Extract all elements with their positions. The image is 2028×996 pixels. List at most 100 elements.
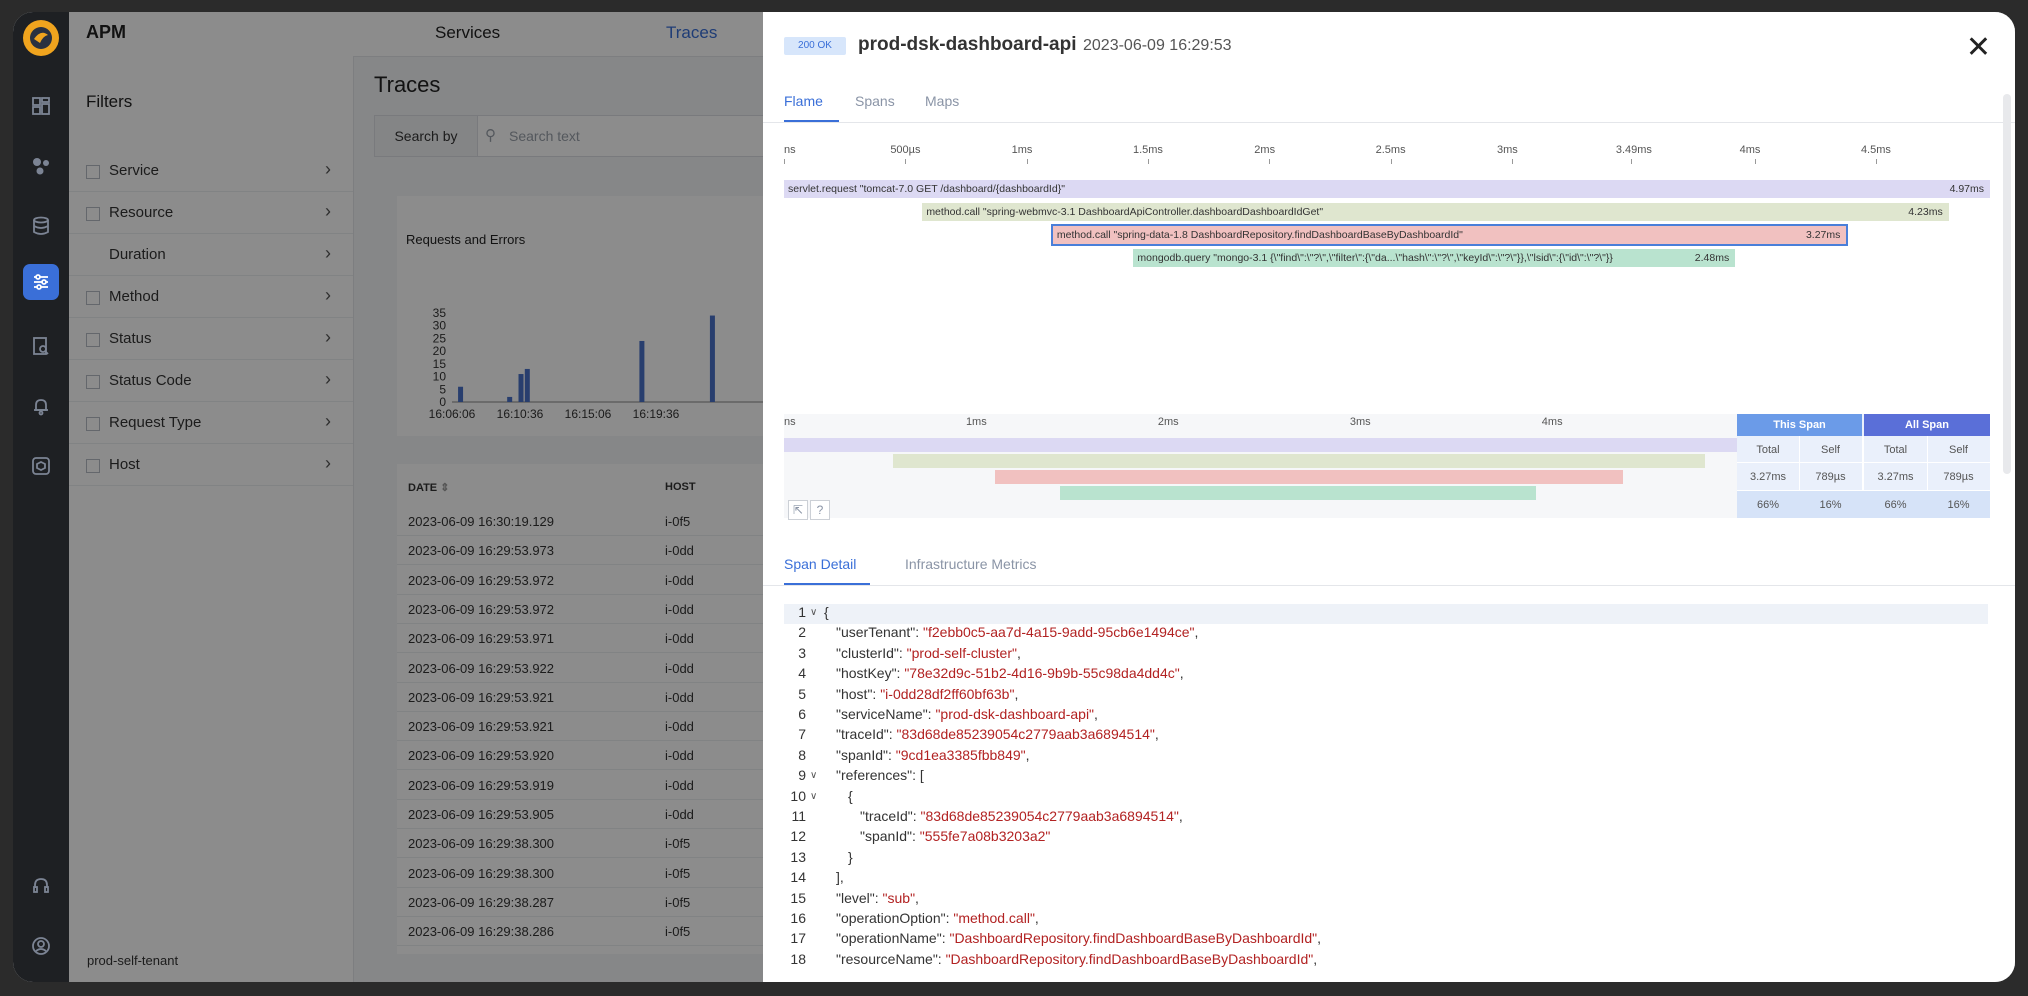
flame-span-bar[interactable]: method.call "spring-webmvc-3.1 Dashboard… bbox=[922, 203, 1949, 221]
line-number: 13 bbox=[790, 848, 806, 865]
json-value: "method.call" bbox=[953, 910, 1035, 926]
all-span-self: 789µs bbox=[1943, 471, 1974, 483]
status-badge: 200 OK bbox=[784, 37, 846, 55]
code-line: 9 ∨ "references": [ bbox=[784, 767, 1988, 787]
timeline-tick: 3.49ms bbox=[1615, 144, 1652, 156]
all-span-total-label: Total bbox=[1883, 444, 1908, 456]
fold-toggle-icon[interactable]: ∨ bbox=[810, 770, 817, 781]
line-number: 14 bbox=[790, 869, 806, 886]
tab-spans[interactable]: Spans bbox=[855, 93, 895, 109]
support-headset-icon[interactable] bbox=[23, 868, 59, 904]
drawer-scrollbar[interactable] bbox=[2003, 94, 2011, 474]
json-key: spanId bbox=[864, 828, 908, 845]
dashboard-grid-icon[interactable] bbox=[23, 88, 59, 124]
span-duration: 4.97ms bbox=[1949, 183, 1984, 195]
all-span-total: 3.27ms bbox=[1877, 471, 1914, 483]
code-entry: "spanId": "9cd1ea3385fbb849", bbox=[836, 746, 1030, 763]
timeline-tick: 3ms bbox=[1496, 144, 1518, 156]
line-number: 18 bbox=[790, 950, 806, 967]
code-line: 18 "resourceName": "DashboardRepository.f… bbox=[784, 951, 1988, 971]
code-bracket: ], bbox=[836, 869, 844, 886]
json-key: clusterId bbox=[840, 644, 894, 661]
tab-span-detail[interactable]: Span Detail bbox=[784, 556, 856, 572]
code-line: 8 "spanId": "9cd1ea3385fbb849", bbox=[784, 747, 1988, 767]
minimap-tick: 2ms bbox=[1157, 416, 1179, 428]
line-number: 5 bbox=[798, 685, 806, 702]
span-duration: 4.23ms bbox=[1908, 206, 1943, 218]
json-key: level bbox=[840, 889, 870, 906]
code-line: 10 ∨ { bbox=[784, 788, 1988, 808]
tab-maps[interactable]: Maps bbox=[925, 93, 959, 109]
all-span-self-label: Self bbox=[1949, 444, 1968, 456]
json-value: "prod-self-cluster" bbox=[906, 644, 1017, 661]
code-line: 2 "userTenant": "f2ebb0c5-aa7d-4a15-9add-… bbox=[784, 624, 1988, 644]
line-number: 12 bbox=[790, 828, 806, 845]
code-line: 11 "traceId": "83d68de85239054c2779aab3a6… bbox=[784, 808, 1988, 828]
flame-minimap[interactable]: ns 1ms 2ms 3ms 4ms bbox=[784, 414, 1738, 518]
json-punct: , bbox=[1313, 950, 1318, 967]
line-number: 11 bbox=[791, 808, 806, 824]
code-line: 6 "serviceName": "prod-dsk-dashboard-api"… bbox=[784, 706, 1988, 726]
minimap-tick: 3ms bbox=[1349, 416, 1371, 428]
json-value: "DashboardRepository.findDashboardBaseBy… bbox=[945, 950, 1314, 967]
this-span-self-label: Self bbox=[1821, 444, 1840, 456]
package-icon[interactable] bbox=[23, 448, 59, 484]
user-account-icon[interactable] bbox=[23, 928, 59, 964]
json-punct: [ bbox=[919, 767, 924, 784]
code-entry: "operationName": "DashboardRepository.fi… bbox=[836, 930, 1322, 947]
json-key: references bbox=[840, 767, 908, 784]
bell-icon[interactable] bbox=[23, 388, 59, 424]
json-value: "i-0dd28df2ff60bf63b" bbox=[880, 685, 1015, 702]
json-value: "555fe7a08b3203a2" bbox=[919, 828, 1051, 845]
tab-infrastructure-metrics[interactable]: Infrastructure Metrics bbox=[905, 556, 1036, 572]
code-entry: "userTenant": "f2ebb0c5-aa7d-4a15-9add-9… bbox=[836, 624, 1199, 641]
code-line: 5 "host": "i-0dd28df2ff60bf63b", bbox=[784, 686, 1988, 706]
code-entry: "hostKey": "78e32d9c-51b2-4d16-9b9b-55c9… bbox=[836, 665, 1184, 682]
close-icon[interactable]: ✕ bbox=[1966, 30, 1991, 65]
fold-toggle-icon[interactable]: ∨ bbox=[810, 791, 817, 802]
fold-toggle-icon[interactable]: ∨ bbox=[810, 607, 817, 618]
timeline-tick: 4ms bbox=[1739, 144, 1761, 156]
json-key: resourceName bbox=[840, 950, 933, 967]
line-number: 8 bbox=[798, 746, 806, 763]
json-value: "prod-dsk-dashboard-api" bbox=[935, 706, 1095, 722]
span-label: method.call "spring-webmvc-3.1 Dashboard… bbox=[926, 206, 1324, 218]
this-span-total: 3.27ms bbox=[1749, 471, 1787, 483]
code-bracket: { bbox=[824, 604, 829, 620]
flame-span-bar[interactable]: servlet.request "tomcat-7.0 GET /dashboa… bbox=[784, 180, 1990, 198]
code-entry: "operationOption": "method.call", bbox=[836, 910, 1039, 926]
span-label: mongodb.query "mongo-3.1 {\"find\":\"?\"… bbox=[1137, 252, 1613, 264]
code-entry: "resourceName": "DashboardRepository.fin… bbox=[836, 950, 1318, 967]
code-entry: "spanId": "555fe7a08b3203a2" bbox=[860, 828, 1051, 845]
line-number: 17 bbox=[790, 930, 806, 947]
line-number: 15 bbox=[790, 889, 806, 906]
json-key: host bbox=[840, 685, 868, 702]
code-entry: "serviceName": "prod-dsk-dashboard-api", bbox=[836, 706, 1098, 722]
json-value: "78e32d9c-51b2-4d16-9b9b-55c98da4dd4c" bbox=[904, 665, 1180, 682]
database-icon[interactable] bbox=[23, 208, 59, 244]
detail-tab-divider bbox=[763, 585, 2015, 586]
json-key: traceId bbox=[840, 726, 884, 743]
services-icon[interactable] bbox=[23, 148, 59, 184]
line-number: 9 bbox=[798, 767, 806, 784]
minimap-tick: ns bbox=[784, 416, 796, 428]
code-line: 16 "operationOption": "method.call", bbox=[784, 910, 1988, 930]
tab-flame[interactable]: Flame bbox=[784, 93, 823, 109]
span-duration: 2.48ms bbox=[1694, 252, 1730, 264]
log-search-icon[interactable] bbox=[23, 328, 59, 364]
timeline-tick: 500µs bbox=[890, 144, 921, 156]
all-span-total-pct: 66% bbox=[1884, 499, 1907, 511]
flame-span-bar[interactable]: method.call "spring-data-1.8 DashboardRe… bbox=[1050, 224, 1849, 246]
help-icon[interactable]: ? bbox=[810, 500, 830, 520]
span-label: servlet.request "tomcat-7.0 GET /dashboa… bbox=[788, 183, 1065, 195]
flame-span-bar[interactable]: mongodb.query "mongo-3.1 {\"find\":\"?\"… bbox=[1133, 249, 1736, 267]
expand-icon[interactable]: ⇱ bbox=[788, 500, 808, 520]
code-line: 1 ∨ { bbox=[784, 604, 1988, 624]
json-punct: , bbox=[1034, 910, 1039, 926]
traces-sliders-icon[interactable] bbox=[23, 264, 59, 300]
this-span-header: This Span bbox=[1737, 414, 1862, 436]
code-entry: "level": "sub", bbox=[836, 889, 919, 906]
code-line: 3 "clusterId": "prod-self-cluster", bbox=[784, 645, 1988, 665]
json-punct: , bbox=[1016, 644, 1021, 661]
span-json-viewer[interactable]: 1 ∨ {2 "userTenant": "f2ebb0c5-aa7d-4a15-9a… bbox=[784, 604, 1988, 982]
